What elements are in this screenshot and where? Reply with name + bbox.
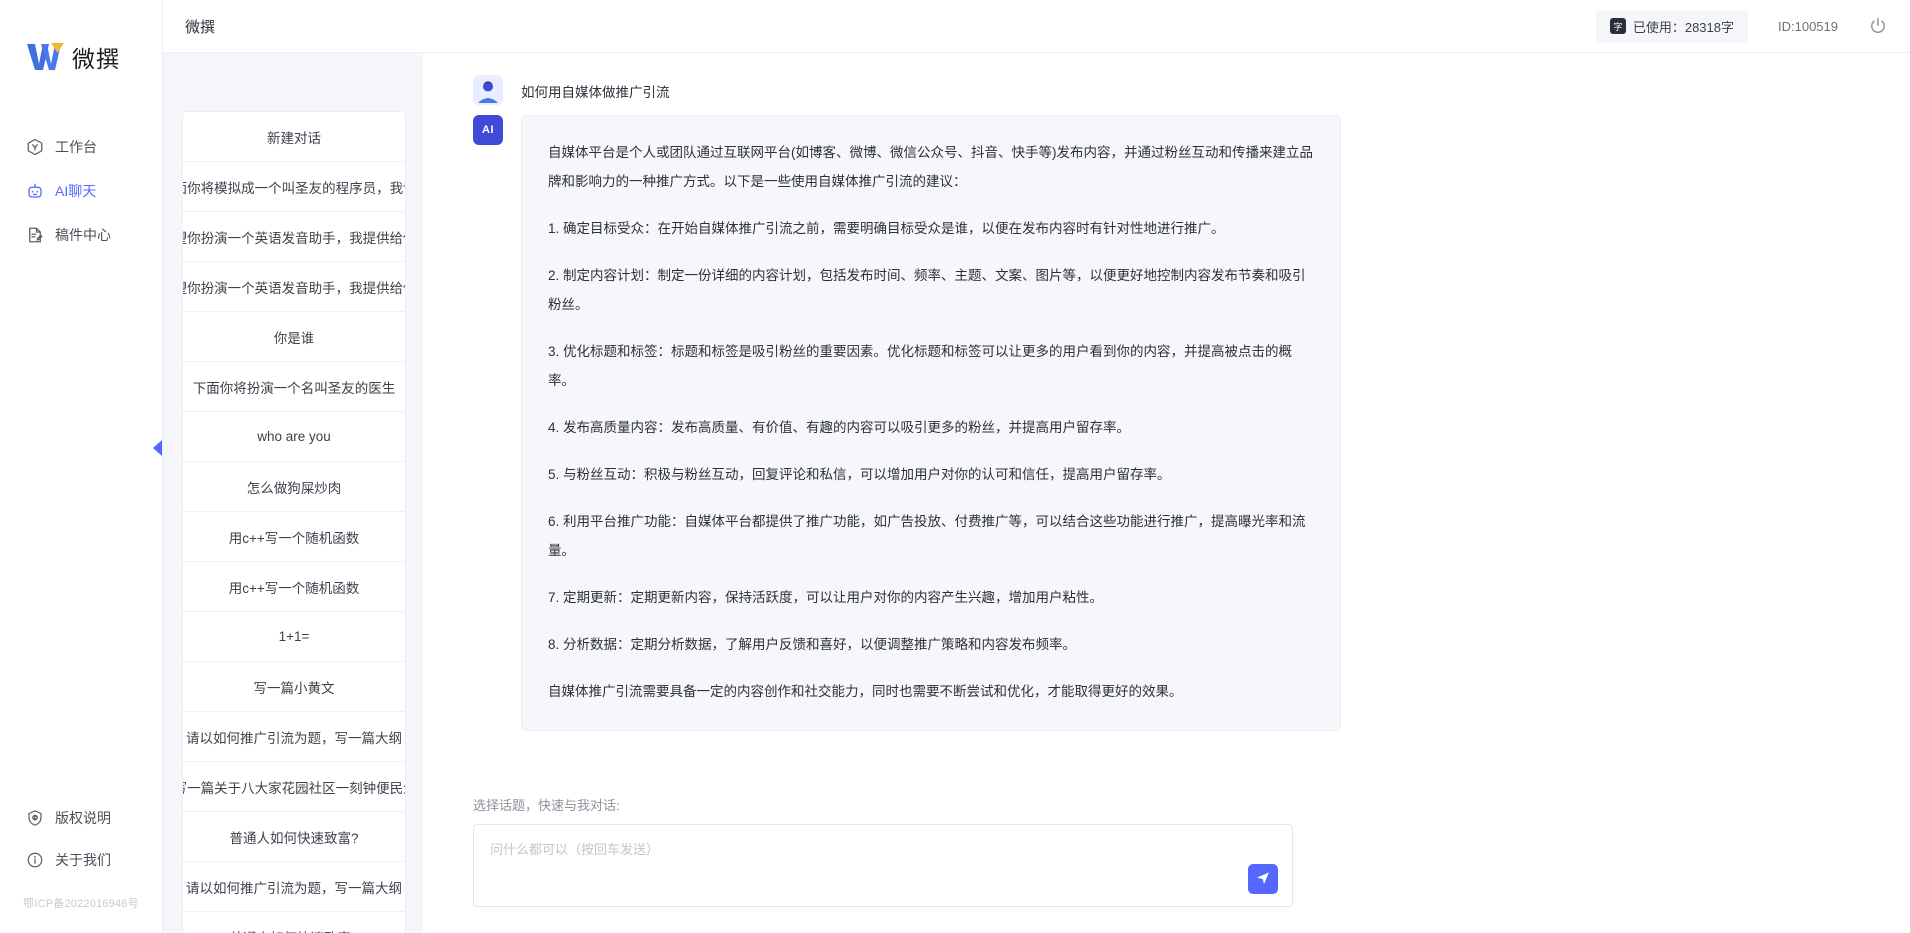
sidebar-item-copyright[interactable]: 版权说明 [0, 797, 162, 839]
message-input[interactable] [474, 825, 1292, 906]
conversation-item[interactable]: 下面你将扮演一个名叫圣友的医生 [183, 362, 405, 412]
conversation-list-panel: 新建对话 下面你将模拟成一个叫圣友的程序员，我说...希望你扮演一个英语发音助手… [152, 53, 423, 933]
conversation-items: 下面你将模拟成一个叫圣友的程序员，我说...希望你扮演一个英语发音助手，我提供给… [183, 162, 405, 933]
sidebar-item-workbench[interactable]: 工作台 [0, 126, 162, 168]
conversation-item[interactable]: 用c++写一个随机函数 [183, 512, 405, 562]
sidebar-item-label: AI聊天 [55, 183, 97, 199]
conversation-item[interactable]: 普通人如何快速致富? [183, 812, 405, 862]
sidebar-item-manuscript-center[interactable]: 稿件中心 [0, 214, 162, 256]
ai-paragraph: 6. 利用平台推广功能：自媒体平台都提供了推广功能，如广告投放、付费推广等，可以… [548, 514, 1306, 558]
chevron-left-icon [152, 440, 162, 456]
conversation-item[interactable]: 下面你将模拟成一个叫圣友的程序员，我说... [183, 162, 405, 212]
ai-paragraph: 1. 确定目标受众：在开始自媒体推广引流之前，需要明确目标受众是谁，以便在发布内… [548, 221, 1225, 236]
left-rail: 微撰 工作台 AI聊天 稿件中心 版权说明 关于我们 鄂ICP备20220169… [0, 0, 163, 933]
app-root: 微撰 工作台 AI聊天 稿件中心 版权说明 关于我们 鄂ICP备20220169… [0, 0, 1910, 933]
topbar-actions: 字 已使用：28318字 ID:100519 [1595, 9, 1888, 43]
rail-nav: 工作台 AI聊天 稿件中心 [0, 126, 162, 256]
info-icon [25, 851, 44, 870]
robot-icon [25, 182, 44, 201]
conversation-item[interactable]: 写一篇小黄文 [183, 662, 405, 712]
conversation-item[interactable]: 用c++写一个随机函数 [183, 562, 405, 612]
brand-logo: 微撰 [0, 0, 162, 74]
ai-paragraph: 2. 制定内容计划：制定一份详细的内容计划，包括发布时间、频率、主题、文案、图片… [548, 268, 1306, 312]
ai-message-row: AI 自媒体平台是个人或团队通过互联网平台(如博客、微博、微信公众号、抖音、快手… [473, 115, 1535, 731]
conversation-list: 新建对话 下面你将模拟成一个叫圣友的程序员，我说...希望你扮演一个英语发音助手… [182, 111, 406, 933]
message-input-box[interactable] [473, 824, 1293, 907]
logo-mark-icon [25, 40, 65, 74]
sidebar-item-label: 工作台 [55, 139, 97, 155]
page-title: 微撰 [185, 18, 216, 36]
conversation-item[interactable]: who are you [183, 412, 405, 462]
power-icon[interactable] [1868, 16, 1888, 36]
composer-inner: 选择话题，快速与我对话: [473, 795, 1293, 907]
sidebar-item-label: 关于我们 [55, 852, 111, 868]
user-message-row: 如何用自媒体做推广引流 [473, 75, 1535, 105]
conversation-item[interactable]: 撰写一篇关于八大家花园社区一刻钟便民生... [183, 762, 405, 812]
ai-avatar: AI [473, 115, 503, 145]
ai-paragraph: 7. 定期更新：定期更新内容，保持活跃度，可以让用户对你的内容产生兴趣，增加用户… [548, 590, 1104, 605]
ai-paragraph: 3. 优化标题和标签：标题和标签是吸引粉丝的重要因素。优化标题和标签可以让更多的… [548, 344, 1293, 388]
sidebar-item-label: 版权说明 [55, 810, 111, 826]
collapse-sidebar-button[interactable] [151, 435, 163, 461]
ai-message-bubble: 自媒体平台是个人或团队通过互联网平台(如博客、微博、微信公众号、抖音、快手等)发… [521, 115, 1341, 731]
ai-paragraph: 自媒体平台是个人或团队通过互联网平台(如博客、微博、微信公众号、抖音、快手等)发… [548, 145, 1313, 189]
composer-hint: 选择话题，快速与我对话: [473, 798, 620, 813]
shield-icon [25, 809, 44, 828]
ai-paragraph: 自媒体推广引流需要具备一定的内容创作和社交能力，同时也需要不断尝试和优化，才能取… [548, 684, 1183, 699]
sidebar-item-ai-chat[interactable]: AI聊天 [0, 170, 162, 212]
main-region: 微撰 字 已使用：28318字 ID:100519 新建对话 你将模拟成一个叫圣… [152, 0, 1910, 933]
brand-name: 微撰 [72, 46, 120, 72]
icp-record-number: 鄂ICP备2022016946号 [23, 898, 139, 910]
ai-paragraph: 5. 与粉丝互动：积极与粉丝互动，回复评论和私信，可以增加用户对你的认可和信任，… [548, 467, 1171, 482]
usage-label: 已使用：28318字 [1632, 19, 1734, 35]
workbench-icon [25, 138, 44, 157]
new-conversation-button[interactable]: 新建对话 [183, 112, 405, 162]
chat-panel: 如何用自媒体做推广引流 AI 自媒体平台是个人或团队通过互联网平台(如博客、微博… [423, 53, 1910, 933]
sidebar-item-about-us[interactable]: 关于我们 [0, 839, 162, 881]
conversation-item[interactable]: 希望你扮演一个英语发音助手，我提供给你... [183, 212, 405, 262]
chat-thread: 如何用自媒体做推广引流 AI 自媒体平台是个人或团队通过互联网平台(如博客、微博… [423, 75, 1535, 731]
top-bar: 微撰 字 已使用：28318字 ID:100519 [163, 0, 1910, 53]
conversation-item[interactable]: 1+1= [183, 612, 405, 662]
document-edit-icon [25, 226, 44, 245]
composer: 选择话题，快速与我对话: [423, 795, 1910, 933]
usage-pill: 字 已使用：28318字 [1595, 9, 1748, 43]
conversation-item[interactable]: 你是谁 [183, 312, 405, 362]
conversation-item[interactable]: 希望你扮演一个英语发音助手，我提供给你... [183, 262, 405, 312]
ai-paragraph: 8. 分析数据：定期分析数据，了解用户反馈和喜好，以便调整推广策略和内容发布频率… [548, 637, 1077, 652]
chat-scroll-area[interactable]: 如何用自媒体做推广引流 AI 自媒体平台是个人或团队通过互联网平台(如博客、微博… [423, 53, 1910, 795]
user-avatar [473, 75, 503, 105]
send-button[interactable] [1248, 864, 1278, 894]
conversation-item[interactable]: 普通人如何快速致富? [183, 912, 405, 933]
rail-bottom: 版权说明 关于我们 鄂ICP备2022016946号 [0, 797, 162, 933]
send-icon [1255, 870, 1271, 889]
user-message-text: 如何用自媒体做推广引流 [521, 85, 670, 100]
conversation-item[interactable]: 请以如何推广引流为题，写一篇大纲 [183, 862, 405, 912]
usage-badge-icon: 字 [1609, 18, 1626, 34]
sidebar-item-label: 稿件中心 [55, 227, 111, 243]
ai-paragraph: 4. 发布高质量内容：发布高质量、有价值、有趣的内容可以吸引更多的粉丝，并提高用… [548, 420, 1131, 435]
conversation-item[interactable]: 怎么做狗屎炒肉 [183, 462, 405, 512]
user-id: ID:100519 [1778, 18, 1838, 34]
conversation-item[interactable]: 请以如何推广引流为题，写一篇大纲 [183, 712, 405, 762]
